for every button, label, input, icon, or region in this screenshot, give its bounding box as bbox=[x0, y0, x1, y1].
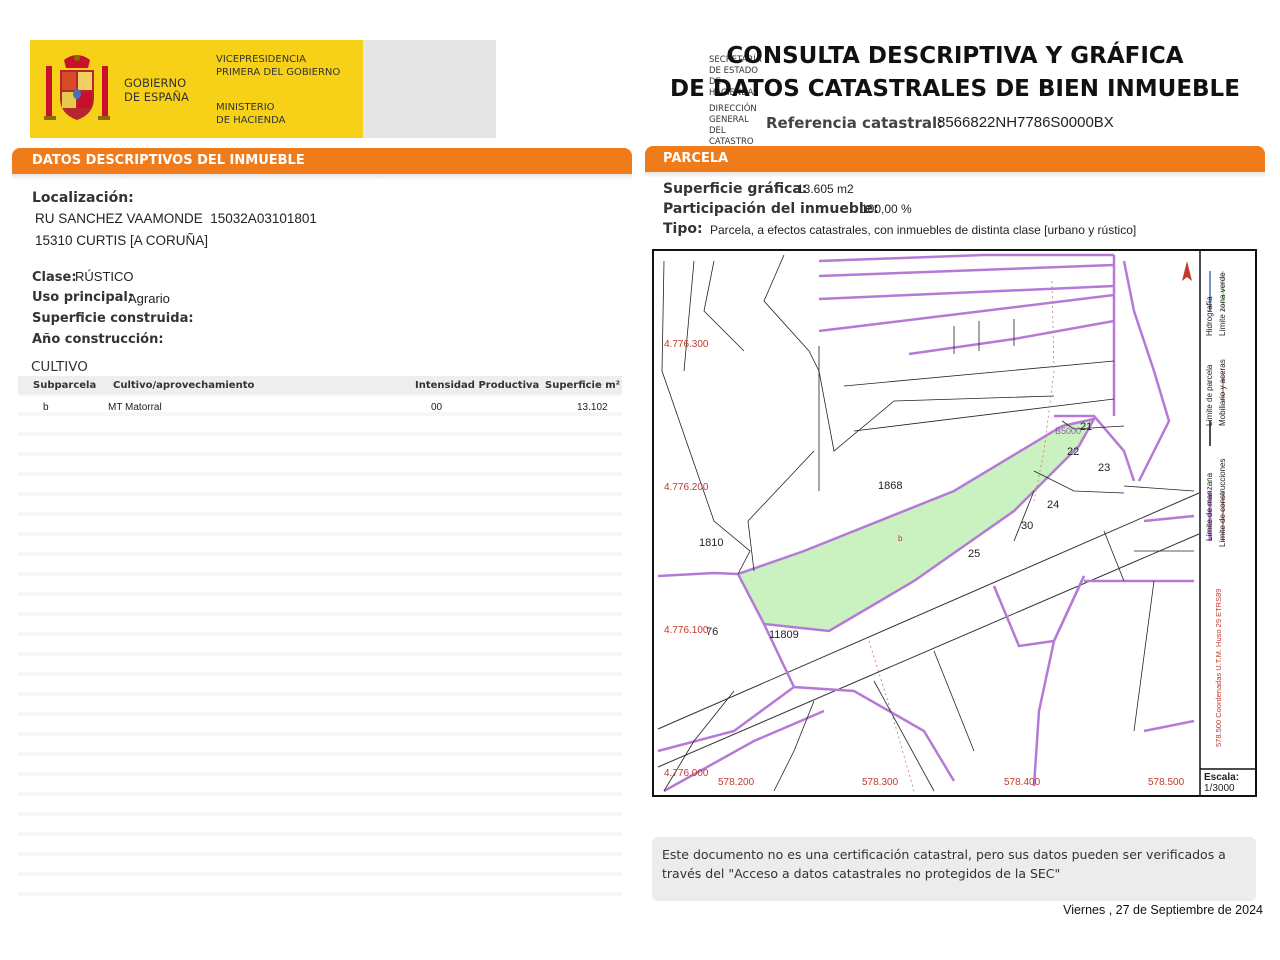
cultivo-title: CULTIVO bbox=[31, 359, 88, 375]
anio-label: Año construcción: bbox=[32, 332, 164, 347]
parcel-label-21: 21 bbox=[1080, 421, 1093, 433]
disclaimer-box: Este documento no es una certificación c… bbox=[652, 837, 1256, 901]
subparcel-label-b: b bbox=[898, 534, 903, 543]
participacion-value: 100,00 % bbox=[861, 202, 912, 216]
uso-label: Uso principal: bbox=[32, 290, 134, 305]
tipo-label: Tipo: bbox=[663, 221, 703, 237]
page-title-line2: DE DATOS CATASTRALES DE BIEN INMUEBLE bbox=[670, 76, 1240, 102]
parcel-label-1868: 1868 bbox=[878, 480, 903, 492]
localizacion-line2: 15310 CURTIS [A CORUÑA] bbox=[35, 233, 209, 248]
parcel-label-11809: 11809 bbox=[769, 629, 799, 641]
legend-construcciones: Límite de construcciones bbox=[1218, 458, 1227, 548]
td-subparcela: b bbox=[43, 402, 49, 413]
td-cultivo: MT Matorral bbox=[108, 402, 162, 413]
logo-yellow-panel: GOBIERNO DE ESPAÑA VICEPRESIDENCIA PRIMERA… bbox=[30, 40, 363, 138]
th-cultivo: Cultivo/aprovechamiento bbox=[113, 380, 255, 391]
clase-value: RÚSTICO bbox=[75, 269, 134, 284]
left-section-header: DATOS DESCRIPTIVOS DEL INMUEBLE bbox=[12, 148, 632, 174]
cultivo-table bbox=[18, 376, 622, 900]
x-coord-3: 578.400 bbox=[1004, 777, 1041, 788]
localizacion-label: Localización: bbox=[32, 190, 134, 206]
parcel-label-30: 30 bbox=[1021, 520, 1034, 532]
ref-value: 8566822NH7786S0000BX bbox=[937, 114, 1114, 131]
y-coord-4: 4.776.000 bbox=[664, 768, 709, 779]
td-intensidad: 00 bbox=[431, 402, 443, 413]
logo-grey-panel: SECRETARÍA DE ESTADO DE HACIENDA DIRECCIÓ… bbox=[363, 40, 762, 147]
legend-hidrografia: Hidrografía bbox=[1205, 296, 1214, 336]
ref-label: Referencia catastral: bbox=[766, 114, 944, 132]
x-coord-4: 578.500 bbox=[1148, 777, 1185, 788]
parcel-label-25: 25 bbox=[968, 548, 981, 560]
th-intensidad: Intensidad Productiva bbox=[415, 380, 540, 391]
coat-of-arms-icon bbox=[44, 55, 110, 120]
legend-zona-verde: Límite zona verde bbox=[1218, 272, 1227, 336]
participacion-label: Participación del inmueble: bbox=[663, 201, 879, 217]
sup-grafica-value: 13.605 m2 bbox=[797, 182, 854, 196]
td-superficie: 13.102 bbox=[577, 402, 608, 413]
uso-value: Agrario bbox=[128, 291, 170, 306]
code-label: B5000 bbox=[1055, 426, 1082, 436]
legend-manzana: Límite de manzana bbox=[1205, 472, 1214, 541]
scale-label: Escala: bbox=[1204, 772, 1240, 783]
parcel-label-23: 23 bbox=[1098, 462, 1111, 474]
right-header-shadow bbox=[645, 172, 1265, 178]
parcel-label-22: 22 bbox=[1067, 446, 1080, 458]
government-logo-block: GOBIERNO DE ESPAÑA VICEPRESIDENCIA PRIMERA… bbox=[30, 40, 762, 147]
gobierno-text: GOBIERNO DE ESPAÑA bbox=[124, 76, 189, 104]
right-section-header: PARCELA bbox=[645, 146, 1265, 172]
north-arrow-icon bbox=[1182, 261, 1192, 281]
legend-coords: 578.500 Coordenadas U.T.M. Huso 29 ETRS8… bbox=[1214, 588, 1223, 747]
document-date: Viernes , 27 de Septiembre de 2024 bbox=[1063, 903, 1263, 917]
localizacion-line1: RU SANCHEZ VAAMONDE 15032A03101801 bbox=[35, 211, 317, 226]
cadastral-map: 4.776.300 4.776.200 4.776.100 4.776.000 … bbox=[652, 249, 1257, 797]
th-superficie: Superficie m² bbox=[545, 380, 621, 391]
vicepresidencia-text: VICEPRESIDENCIA PRIMERA DEL GOBIERNO bbox=[216, 54, 341, 78]
y-coord-3: 4.776.100 bbox=[664, 625, 709, 636]
map-canvas bbox=[657, 251, 1255, 795]
x-coord-2: 578.300 bbox=[862, 777, 899, 788]
y-coord-1: 4.776.300 bbox=[664, 339, 709, 350]
tipo-value: Parcela, a efectos catastrales, con inmu… bbox=[710, 223, 1137, 237]
y-coord-2: 4.776.200 bbox=[664, 482, 709, 493]
ministerio-text: MINISTERIO DE HACIENDA bbox=[216, 102, 286, 126]
superficie-label: Superficie construida: bbox=[32, 311, 194, 326]
parcel-shape bbox=[736, 417, 1097, 633]
parcel-label-1810: 1810 bbox=[699, 537, 724, 549]
th-subparcela: Subparcela bbox=[33, 380, 97, 391]
sup-grafica-label: Superficie gráfica: bbox=[663, 181, 808, 197]
direccion-text: DIRECCIÓN GENERAL DEL CATASTRO bbox=[709, 104, 757, 147]
scale-value: 1/3000 bbox=[1204, 783, 1235, 794]
x-coord-1: 578.200 bbox=[718, 777, 755, 788]
clase-label: Clase: bbox=[32, 270, 77, 285]
parcel-label-76: 76 bbox=[706, 626, 719, 638]
page-title-line1: CONSULTA DESCRIPTIVA Y GRÁFICA bbox=[726, 43, 1184, 69]
left-header-shadow bbox=[12, 174, 632, 180]
parcel-label-24: 24 bbox=[1047, 499, 1060, 511]
